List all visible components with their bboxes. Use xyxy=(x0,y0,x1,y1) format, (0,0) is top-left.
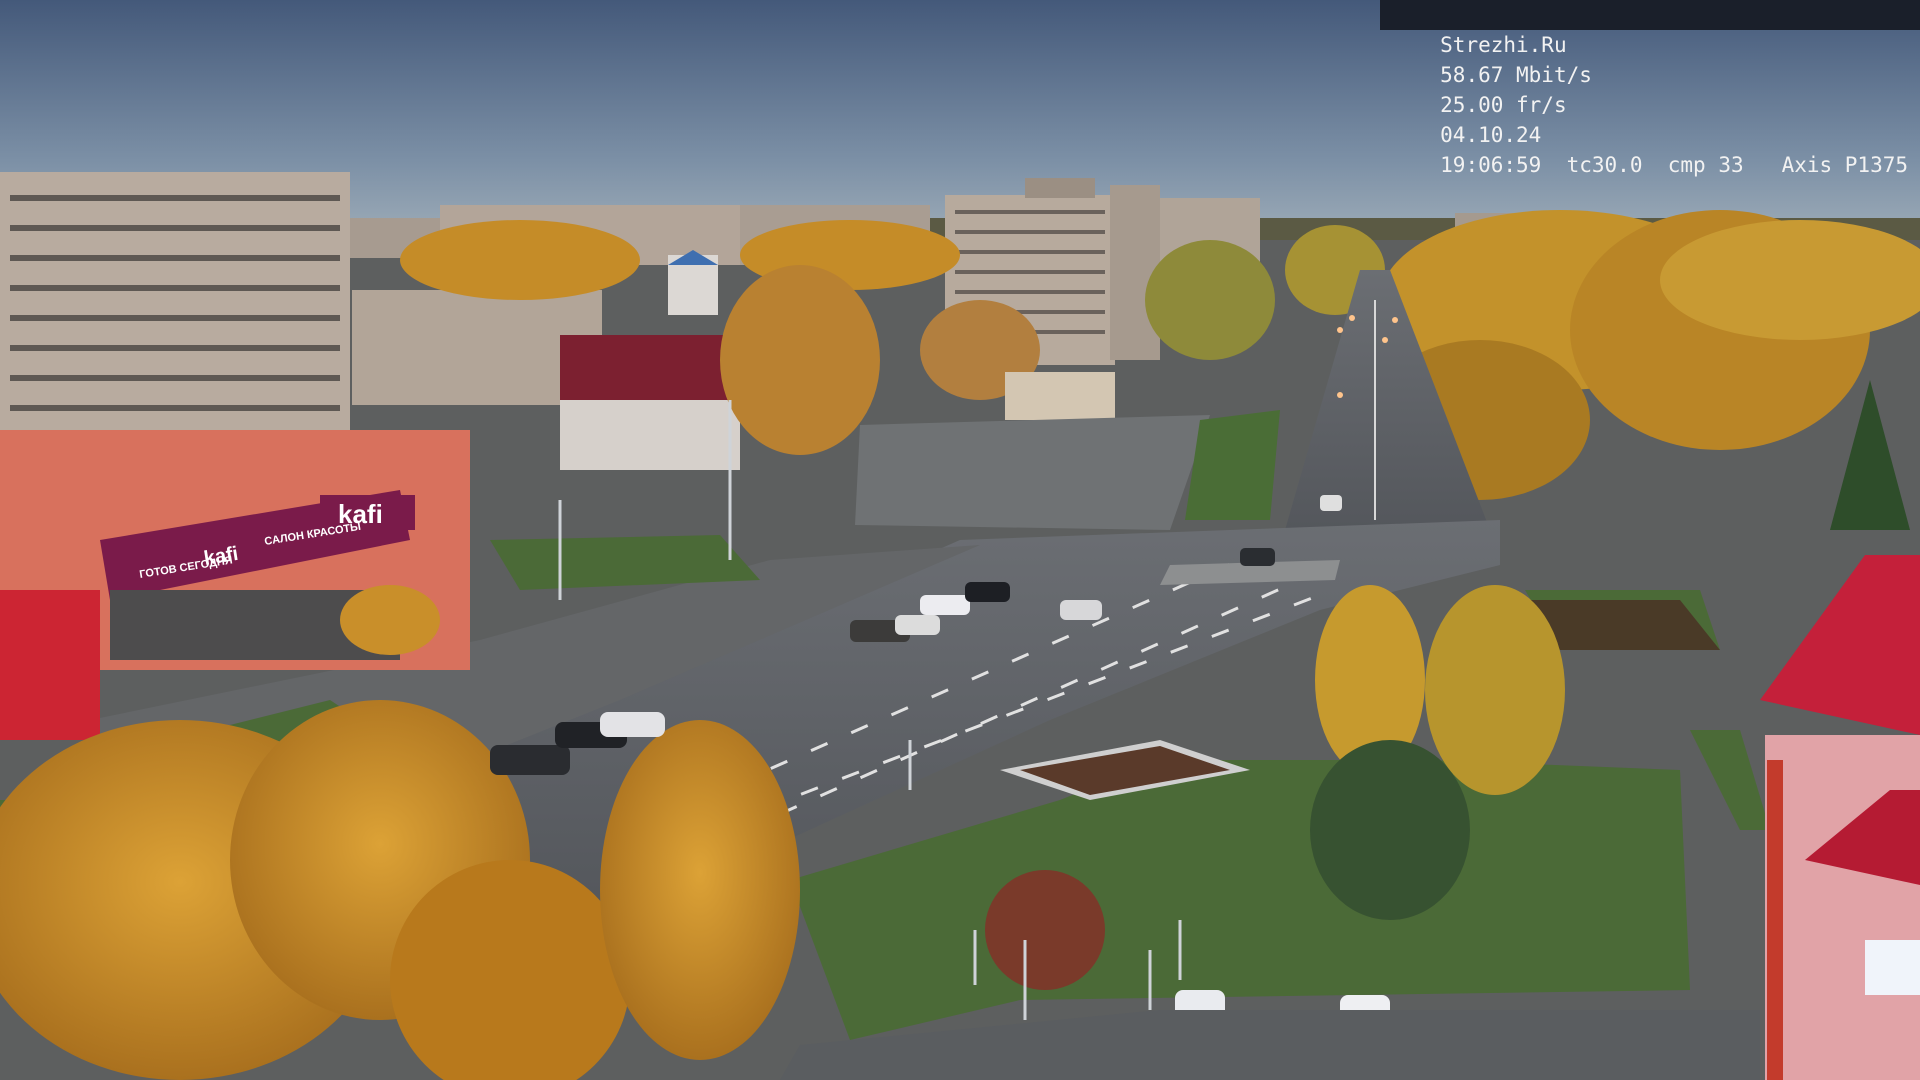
avenue-verge xyxy=(1185,410,1280,520)
overlay-date: 04.10.24 xyxy=(1440,123,1542,147)
overlay-site: Strezhi.Ru xyxy=(1440,33,1567,57)
overlay-camera-model: Axis P1375 xyxy=(1781,153,1908,177)
overlay-cmp: cmp 33 xyxy=(1667,153,1744,177)
overlay-framerate: 25.00 fr/s xyxy=(1440,93,1567,117)
pavilion xyxy=(1005,372,1115,420)
plaza xyxy=(855,415,1210,530)
overlay-time: 19:06:59 xyxy=(1440,153,1542,177)
webcam-frame: kafi kafi ГОТОВ СЕГОДНЯ САЛОН КРАСОТЫ St… xyxy=(0,0,1920,1080)
overlay-bitrate: 58.67 Mbit/s xyxy=(1440,63,1592,87)
overlay-tc: tc30.0 xyxy=(1566,153,1643,177)
camera-info-overlay: Strezhi.Ru 58.67 Mbit/s 25.00 fr/s 04.10… xyxy=(1379,0,1920,177)
